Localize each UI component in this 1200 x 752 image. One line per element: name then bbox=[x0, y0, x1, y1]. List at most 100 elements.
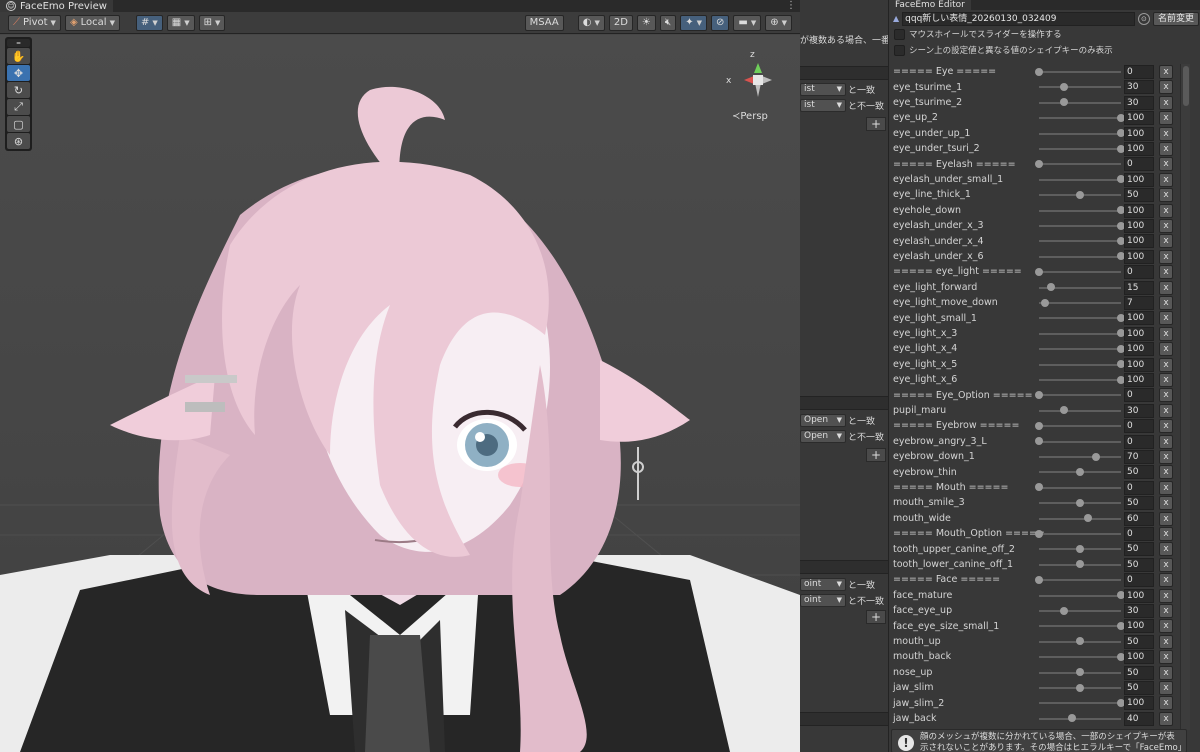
clear-shapekey-button[interactable]: x bbox=[1159, 419, 1173, 434]
clear-shapekey-button[interactable]: x bbox=[1159, 450, 1173, 464]
shapekey-value-field[interactable]: 60 bbox=[1124, 511, 1154, 526]
shapekey-value-field[interactable]: 100 bbox=[1124, 219, 1154, 233]
clear-shapekey-button[interactable]: x bbox=[1159, 80, 1173, 95]
shapekey-value-field[interactable]: 50 bbox=[1124, 542, 1154, 557]
shapekey-value-field[interactable]: 0 bbox=[1124, 419, 1154, 434]
shapekey-value-field[interactable]: 7 bbox=[1124, 296, 1154, 310]
increment-snap-button[interactable]: ▦ ▼ bbox=[166, 14, 195, 31]
slider-handle[interactable] bbox=[1076, 560, 1084, 569]
shapekey-value-field[interactable]: 30 bbox=[1124, 604, 1154, 618]
shapekey-slider[interactable] bbox=[1039, 579, 1121, 582]
shapekey-value-field[interactable]: 50 bbox=[1124, 496, 1154, 511]
shapekey-value-field[interactable]: 0 bbox=[1124, 388, 1154, 403]
shapekey-value-field[interactable]: 50 bbox=[1124, 665, 1154, 680]
slider-handle[interactable] bbox=[1035, 159, 1043, 168]
clear-shapekey-button[interactable]: x bbox=[1159, 434, 1173, 449]
shapekey-value-field[interactable]: 100 bbox=[1124, 111, 1154, 126]
slider-handle[interactable] bbox=[1084, 514, 1093, 523]
shapekey-value-field[interactable]: 0 bbox=[1124, 480, 1154, 495]
slider-handle[interactable] bbox=[1035, 421, 1043, 430]
align-snap-button[interactable]: ⊞ ▼ bbox=[198, 14, 226, 31]
slider-handle[interactable] bbox=[1035, 483, 1043, 492]
shapekey-value-field[interactable]: 100 bbox=[1124, 696, 1154, 711]
slider-handle[interactable] bbox=[1076, 544, 1084, 553]
clear-shapekey-button[interactable]: x bbox=[1159, 249, 1173, 264]
grid-snap-button[interactable]: # ▼ bbox=[135, 14, 163, 31]
shapekey-value-field[interactable]: 30 bbox=[1124, 403, 1154, 418]
clear-shapekey-button[interactable]: x bbox=[1159, 157, 1173, 172]
clear-shapekey-button[interactable]: x bbox=[1159, 265, 1173, 280]
slider-handle[interactable] bbox=[1092, 452, 1101, 461]
shapekey-value-field[interactable]: 100 bbox=[1124, 326, 1154, 341]
scene-viewport[interactable]: ═ ✋ ✥ ↻ ⤢ ▢ ⊛ x z ≺Persp bbox=[0, 35, 800, 752]
shapekey-value-field[interactable]: 40 bbox=[1124, 711, 1154, 726]
shapekey-slider[interactable] bbox=[1039, 332, 1121, 335]
clear-shapekey-button[interactable]: x bbox=[1159, 557, 1173, 572]
slider-handle[interactable] bbox=[1059, 82, 1068, 91]
persp-label[interactable]: ≺Persp bbox=[732, 111, 768, 122]
shapekey-value-field[interactable]: 30 bbox=[1124, 80, 1154, 95]
hand-tool-icon[interactable]: ✋ bbox=[7, 48, 30, 64]
camera-dropdown[interactable]: ▬ ▼ bbox=[733, 14, 762, 31]
shapekey-slider[interactable] bbox=[1039, 132, 1121, 135]
shapekey-slider[interactable] bbox=[1039, 486, 1121, 489]
clear-shapekey-button[interactable]: x bbox=[1159, 604, 1173, 618]
clear-shapekey-button[interactable]: x bbox=[1159, 619, 1173, 634]
2d-toggle-button[interactable]: 2D bbox=[608, 14, 633, 31]
shapekey-slider[interactable] bbox=[1039, 163, 1121, 166]
shapekey-slider[interactable] bbox=[1039, 656, 1121, 659]
clear-shapekey-button[interactable]: x bbox=[1159, 681, 1173, 695]
shapekey-slider[interactable] bbox=[1039, 440, 1121, 443]
rect-tool-icon[interactable]: ▢ bbox=[7, 116, 30, 132]
shapekey-slider[interactable] bbox=[1039, 517, 1121, 520]
shapekey-slider[interactable] bbox=[1039, 302, 1121, 304]
shapekey-value-field[interactable]: 100 bbox=[1124, 373, 1154, 387]
clear-shapekey-button[interactable]: x bbox=[1159, 480, 1173, 495]
shapekey-slider[interactable] bbox=[1039, 409, 1121, 412]
shapekey-value-field[interactable]: 100 bbox=[1124, 203, 1154, 218]
shapekey-slider[interactable] bbox=[1039, 456, 1121, 458]
shapekey-slider[interactable] bbox=[1039, 625, 1121, 628]
shapekey-slider[interactable] bbox=[1039, 225, 1121, 227]
shapekey-value-field[interactable]: 100 bbox=[1124, 172, 1154, 187]
kebab-menu-icon[interactable]: ⋮ bbox=[786, 0, 796, 11]
clear-shapekey-button[interactable]: x bbox=[1159, 142, 1173, 156]
shapekey-slider[interactable] bbox=[1039, 363, 1121, 366]
mid-select[interactable]: Open ▼ bbox=[800, 413, 846, 427]
show-diff-checkbox[interactable] bbox=[894, 44, 905, 56]
clear-shapekey-button[interactable]: x bbox=[1159, 573, 1173, 588]
orientation-gizmo[interactable]: x z bbox=[722, 43, 794, 113]
shapekey-slider[interactable] bbox=[1039, 379, 1121, 381]
gizmos-dropdown[interactable]: ⊕ ▼ bbox=[765, 14, 792, 31]
clear-shapekey-button[interactable]: x bbox=[1159, 188, 1173, 203]
clear-shapekey-button[interactable]: x bbox=[1159, 496, 1173, 511]
slider-handle[interactable] bbox=[1059, 606, 1068, 615]
shapekey-slider[interactable] bbox=[1039, 594, 1121, 597]
move-tool-icon[interactable]: ✥ bbox=[7, 65, 30, 81]
mid-select[interactable]: oint ▼ bbox=[800, 577, 846, 591]
shapekey-value-field[interactable]: 100 bbox=[1124, 249, 1154, 264]
target-icon[interactable]: ⊙ bbox=[1137, 12, 1150, 25]
clear-shapekey-button[interactable]: x bbox=[1159, 650, 1173, 665]
shapekey-slider[interactable] bbox=[1039, 425, 1121, 428]
shapekey-value-field[interactable]: 100 bbox=[1124, 619, 1154, 634]
mousewheel-checkbox[interactable] bbox=[894, 28, 905, 40]
transform-tool-icon[interactable]: ⊛ bbox=[7, 133, 30, 149]
clear-shapekey-button[interactable]: x bbox=[1159, 511, 1173, 526]
clear-shapekey-button[interactable]: x bbox=[1159, 403, 1173, 418]
slider-handle[interactable] bbox=[1035, 267, 1043, 276]
scale-tool-icon[interactable]: ⤢ bbox=[7, 99, 30, 115]
mid-select[interactable]: ist ▼ bbox=[800, 82, 846, 96]
rename-button[interactable]: 名前変更 bbox=[1152, 11, 1199, 26]
clear-shapekey-button[interactable]: x bbox=[1159, 711, 1173, 726]
slider-handle[interactable] bbox=[1035, 575, 1043, 584]
slider-handle[interactable] bbox=[1035, 67, 1043, 76]
shapekey-value-field[interactable]: 100 bbox=[1124, 311, 1154, 326]
slider-handle[interactable] bbox=[1035, 437, 1043, 446]
add-row-button[interactable]: + bbox=[866, 448, 886, 462]
editor-tab[interactable]: FaceEmo Editor bbox=[889, 0, 971, 10]
clear-shapekey-button[interactable]: x bbox=[1159, 696, 1173, 711]
clear-shapekey-button[interactable]: x bbox=[1159, 373, 1173, 387]
mousewheel-option[interactable]: マウスホイールでスライダーを操作する bbox=[894, 27, 1062, 41]
shapekey-value-field[interactable]: 50 bbox=[1124, 681, 1154, 695]
